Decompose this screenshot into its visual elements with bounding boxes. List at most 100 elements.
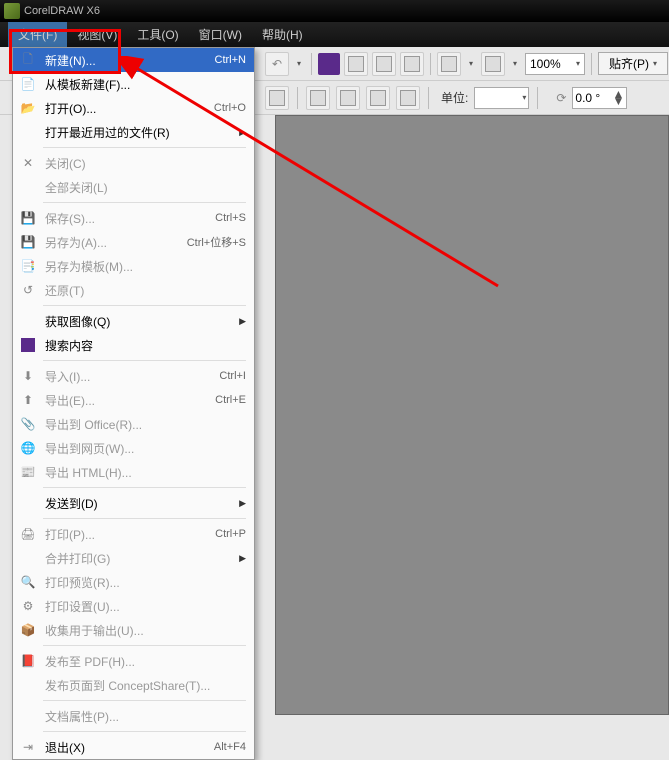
menu-open-recent[interactable]: 打开最近用过的文件(R) ▶	[13, 120, 254, 144]
rotation-stepper[interactable]: ▲▼	[613, 91, 625, 105]
template-icon: 📄	[17, 75, 39, 93]
file-dropdown: 🗋 新建(N)... Ctrl+N 📄 从模板新建(F)... 📂 打开(O).…	[12, 47, 255, 760]
menu-separator	[43, 487, 246, 488]
menu-export-web[interactable]: 🌐 导出到网页(W)...	[13, 436, 254, 460]
pdf-icon: 📕	[17, 652, 39, 670]
menu-window[interactable]: 窗口(W)	[189, 22, 252, 47]
unit-label: 单位:	[441, 89, 468, 106]
menu-tools[interactable]: 工具(O)	[127, 22, 188, 47]
menu-separator	[43, 700, 246, 701]
save-template-icon: 📑	[17, 257, 39, 275]
menu-print[interactable]: 🖨 打印(P)... Ctrl+P	[13, 522, 254, 546]
menu-acquire[interactable]: 获取图像(Q) ▶	[13, 309, 254, 333]
app-icon	[4, 3, 20, 19]
submenu-arrow-icon: ▶	[239, 316, 246, 327]
tb-undo[interactable]: ↶	[265, 52, 289, 76]
menu-print-setup[interactable]: ⚙ 打印设置(U)...	[13, 594, 254, 618]
rotate-icon: ⟳	[556, 91, 566, 105]
menu-separator	[43, 202, 246, 203]
menu-separator	[43, 305, 246, 306]
paste-label: 贴齐(P)	[609, 55, 649, 72]
collect-icon: 📦	[17, 621, 39, 639]
tb-sep	[311, 53, 312, 75]
tb-drop-5[interactable]: ▾	[509, 59, 521, 68]
tb-tool-4[interactable]	[437, 52, 461, 76]
menu-exit[interactable]: ⇥ 退出(X) Alt+F4	[13, 735, 254, 759]
save-as-icon: 💾	[17, 233, 39, 251]
tb-undo-drop[interactable]: ▾	[293, 59, 305, 68]
menu-view[interactable]: 视图(V)	[67, 22, 127, 47]
tb-tool-1[interactable]	[344, 52, 368, 76]
app-title: CorelDRAW X6	[24, 5, 100, 17]
menu-separator	[43, 731, 246, 732]
tb-tool-2[interactable]	[372, 52, 396, 76]
new-file-icon: 🗋	[17, 51, 39, 69]
close-icon: ✕	[17, 154, 39, 172]
tb-prop-1[interactable]	[265, 86, 289, 110]
print-icon: 🖨	[17, 525, 39, 543]
tb-prop-3[interactable]	[336, 86, 360, 110]
save-icon: 💾	[17, 209, 39, 227]
tb-prop-5[interactable]	[396, 86, 420, 110]
paste-button[interactable]: 贴齐(P) ▾	[598, 52, 668, 75]
menu-send-to[interactable]: 发送到(D) ▶	[13, 491, 254, 515]
exit-icon: ⇥	[17, 738, 39, 756]
menu-print-preview[interactable]: 🔍 打印预览(R)...	[13, 570, 254, 594]
office-icon: 📎	[17, 415, 39, 433]
menu-revert[interactable]: ↺ 还原(T)	[13, 278, 254, 302]
import-icon: ⬇	[17, 367, 39, 385]
html-icon: 📰	[17, 463, 39, 481]
menu-separator	[43, 518, 246, 519]
tb-tool-5[interactable]	[481, 52, 505, 76]
menu-print-merge[interactable]: 合并打印(G) ▶	[13, 546, 254, 570]
menu-close[interactable]: ✕ 关闭(C)	[13, 151, 254, 175]
tb-sep	[591, 53, 592, 75]
revert-icon: ↺	[17, 281, 39, 299]
submenu-arrow-icon: ▶	[239, 127, 246, 138]
menubar: 文件(F) 视图(V) 工具(O) 窗口(W) 帮助(H)	[0, 22, 669, 47]
open-icon: 📂	[17, 99, 39, 117]
menu-new[interactable]: 🗋 新建(N)... Ctrl+N	[13, 48, 254, 72]
menu-save-as[interactable]: 💾 另存为(A)... Ctrl+位移+S	[13, 230, 254, 254]
menu-close-all[interactable]: 全部关闭(L)	[13, 175, 254, 199]
tb-sep	[430, 53, 431, 75]
search-icon	[17, 336, 39, 354]
unit-select[interactable]: ▾	[474, 87, 529, 109]
titlebar: CorelDRAW X6	[0, 0, 669, 22]
menu-separator	[43, 645, 246, 646]
menu-new-template[interactable]: 📄 从模板新建(F)...	[13, 72, 254, 96]
menu-export-office[interactable]: 📎 导出到 Office(R)...	[13, 412, 254, 436]
menu-search[interactable]: 搜索内容	[13, 333, 254, 357]
tb-tool-purple[interactable]	[318, 53, 340, 75]
export-icon: ⬆	[17, 391, 39, 409]
menu-export-html[interactable]: 📰 导出 HTML(H)...	[13, 460, 254, 484]
rotation-value: 0.0 °	[575, 91, 600, 105]
preview-icon: 🔍	[17, 573, 39, 591]
tb-sep	[297, 87, 298, 109]
tb-drop-4[interactable]: ▾	[465, 59, 477, 68]
setup-icon: ⚙	[17, 597, 39, 615]
menu-collect-output[interactable]: 📦 收集用于输出(U)...	[13, 618, 254, 642]
submenu-arrow-icon: ▶	[239, 498, 246, 509]
menu-separator	[43, 360, 246, 361]
canvas[interactable]	[275, 115, 669, 715]
tb-prop-2[interactable]	[306, 86, 330, 110]
menu-help[interactable]: 帮助(H)	[252, 22, 313, 47]
zoom-value: 100%	[530, 57, 561, 71]
tb-sep	[537, 87, 538, 109]
menu-save-template[interactable]: 📑 另存为模板(M)...	[13, 254, 254, 278]
menu-publish-concept[interactable]: 发布页面到 ConceptShare(T)...	[13, 673, 254, 697]
menu-file[interactable]: 文件(F)	[8, 22, 67, 47]
web-icon: 🌐	[17, 439, 39, 457]
menu-doc-properties[interactable]: 文档属性(P)...	[13, 704, 254, 728]
tb-sep	[428, 87, 429, 109]
menu-import[interactable]: ⬇ 导入(I)... Ctrl+I	[13, 364, 254, 388]
menu-export[interactable]: ⬆ 导出(E)... Ctrl+E	[13, 388, 254, 412]
menu-open[interactable]: 📂 打开(O)... Ctrl+O	[13, 96, 254, 120]
menu-publish-pdf[interactable]: 📕 发布至 PDF(H)...	[13, 649, 254, 673]
tb-prop-4[interactable]	[366, 86, 390, 110]
rotation-input[interactable]: 0.0 ° ▲▼	[572, 87, 627, 109]
tb-tool-3[interactable]	[400, 52, 424, 76]
menu-save[interactable]: 💾 保存(S)... Ctrl+S	[13, 206, 254, 230]
zoom-input[interactable]: 100% ▾	[525, 53, 585, 75]
